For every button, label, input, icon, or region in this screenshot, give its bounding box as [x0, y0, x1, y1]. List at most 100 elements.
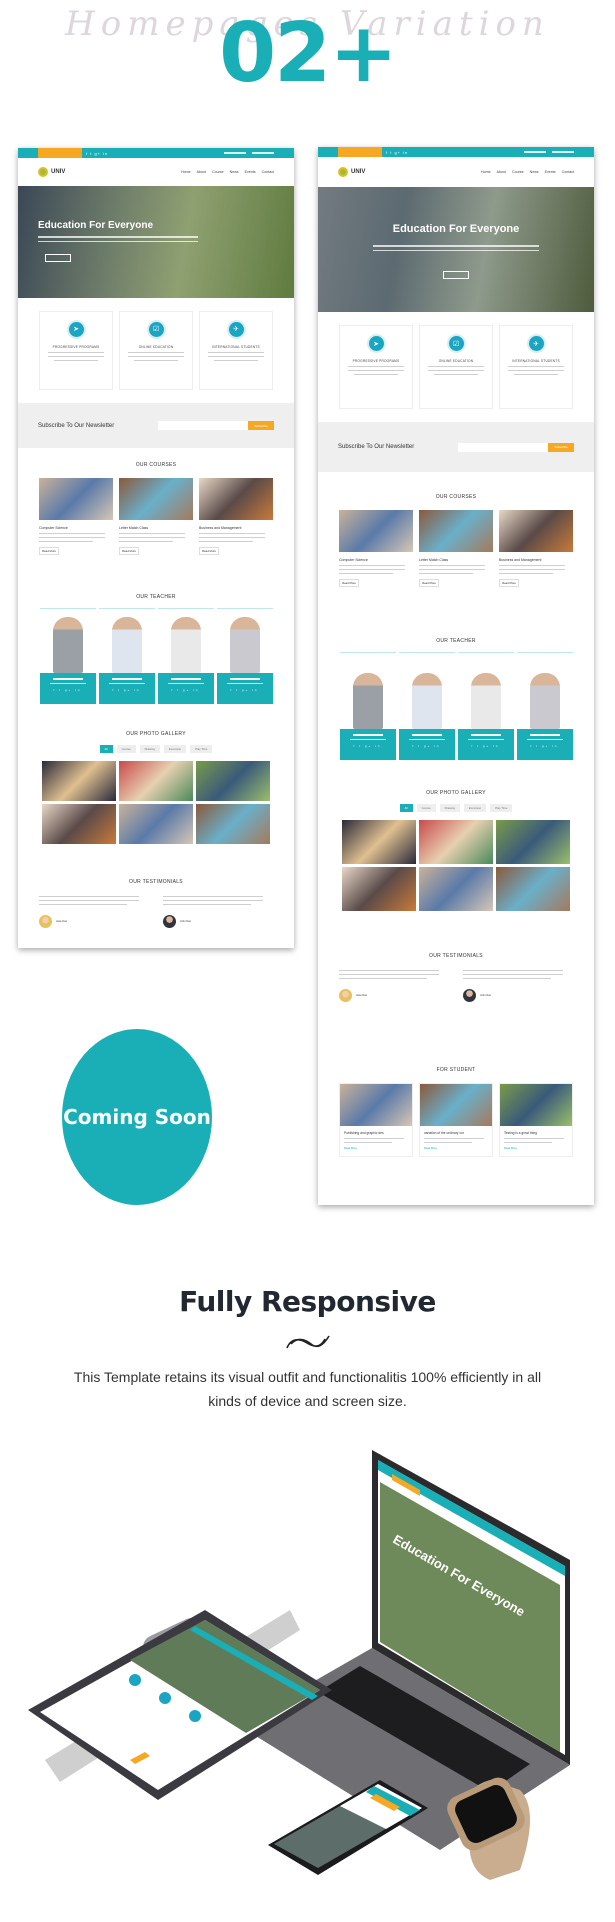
filter-drawing[interactable]: Drawing	[439, 804, 460, 812]
filter-all[interactable]: All	[99, 745, 113, 753]
filter-play-time[interactable]: Play Time	[490, 804, 513, 812]
post-read-more-link[interactable]: Read More	[504, 1147, 568, 1150]
filter-all[interactable]: All	[399, 804, 413, 812]
menu-item-course[interactable]: Course	[512, 170, 524, 174]
teacher-social-icons[interactable]: f t g+ in	[172, 688, 200, 692]
menu-item-contact[interactable]: Contact	[262, 170, 274, 174]
post-image[interactable]	[420, 1084, 492, 1126]
feature-title: ONLINE EDUCATION	[438, 359, 474, 364]
read-more-button[interactable]: Read More	[199, 547, 219, 555]
menu-item-events[interactable]: Events	[245, 170, 256, 174]
teacher-social-icons[interactable]: f t g+ in	[54, 688, 82, 692]
course-image[interactable]	[499, 510, 573, 552]
course-image[interactable]	[339, 510, 413, 552]
hero-read-more-button[interactable]	[45, 254, 71, 262]
gallery-image[interactable]	[119, 761, 193, 801]
filter-course[interactable]: Course	[416, 804, 436, 812]
menu-item-news[interactable]: News	[530, 170, 539, 174]
menu-item-events[interactable]: Events	[545, 170, 556, 174]
feature-card: ✈ INTERNATIONAL STUDENTS	[199, 310, 273, 391]
teacher-role	[167, 682, 204, 684]
course-image[interactable]	[419, 510, 493, 552]
teacher-card: f t g+ in	[516, 652, 573, 760]
menu-item-about[interactable]: About	[197, 170, 206, 174]
gallery-image[interactable]	[196, 804, 270, 844]
teacher-social-icons[interactable]: f t g+ in	[531, 744, 559, 748]
newsletter-email-input[interactable]	[158, 421, 248, 430]
filter-excursion[interactable]: Excursion	[463, 804, 487, 812]
filter-excursion[interactable]: Excursion	[163, 745, 187, 753]
teacher-social-icons[interactable]: f t g+ in	[413, 744, 441, 748]
logo-emblem-icon	[338, 167, 348, 177]
logo[interactable]: UNIV	[338, 167, 365, 177]
gallery-image[interactable]	[419, 820, 493, 864]
top-bar-promo[interactable]	[338, 147, 382, 157]
post-title[interactable]: variation of the ordinary cor	[424, 1131, 488, 1135]
newsletter: Subscribe To Our Newsletter Subscribe	[318, 422, 594, 472]
text-placeholder-line	[339, 970, 439, 971]
read-more-button[interactable]: Read More	[499, 579, 519, 587]
logo[interactable]: UNIV	[38, 167, 65, 177]
gallery-image[interactable]	[419, 867, 493, 911]
gallery-image[interactable]	[119, 804, 193, 844]
teacher-photo[interactable]	[158, 609, 214, 673]
menu-item-news[interactable]: News	[230, 170, 239, 174]
course-title[interactable]: Letter Match Class	[419, 558, 493, 562]
read-more-button[interactable]: Read More	[419, 579, 439, 587]
teacher-social-icons[interactable]: f t g+ in	[231, 688, 259, 692]
course-title[interactable]: Business and Management	[199, 526, 273, 530]
read-more-button[interactable]: Read More	[39, 547, 59, 555]
section-title: OUR TEACHER	[136, 594, 176, 600]
read-more-button[interactable]: Read More	[339, 579, 359, 587]
social-icons[interactable]: f t g+ in	[86, 151, 108, 156]
text-placeholder-line	[39, 533, 105, 534]
filter-course[interactable]: Course	[116, 745, 136, 753]
post-image[interactable]	[340, 1084, 412, 1126]
gallery-image[interactable]	[342, 820, 416, 864]
post-read-more-link[interactable]: Read More	[344, 1147, 408, 1150]
teacher-photo[interactable]	[458, 653, 514, 729]
course-image[interactable]	[199, 478, 273, 520]
gallery-image[interactable]	[496, 820, 570, 864]
post-title[interactable]: Testing is a great thing	[504, 1131, 568, 1135]
airplane-icon: ✈	[528, 336, 544, 352]
teacher-social-icons[interactable]: f t g+ in	[472, 744, 500, 748]
teacher-photo[interactable]	[340, 653, 396, 729]
teacher-photo[interactable]	[99, 609, 155, 673]
gallery-image[interactable]	[496, 867, 570, 911]
teacher-photo[interactable]	[399, 653, 455, 729]
course-title[interactable]: Letter Match Class	[119, 526, 193, 530]
menu-item-about[interactable]: About	[497, 170, 506, 174]
hero-read-more-button[interactable]	[443, 271, 469, 279]
teacher-photo[interactable]	[217, 609, 273, 673]
gallery-image[interactable]	[342, 867, 416, 911]
teacher-social-icons[interactable]: f t g+ in	[354, 744, 382, 748]
teacher-social-icons[interactable]: f t g+ in	[113, 688, 141, 692]
course-title[interactable]: Business and Management	[499, 558, 573, 562]
menu-item-course[interactable]: Course	[212, 170, 224, 174]
post-read-more-link[interactable]: Read More	[424, 1147, 488, 1150]
filter-drawing[interactable]: Drawing	[139, 745, 160, 753]
newsletter-subscribe-button[interactable]: Subscribe	[548, 442, 574, 452]
course-title[interactable]: Computer Science	[39, 526, 113, 530]
newsletter-subscribe-button[interactable]: Subscribe	[248, 421, 274, 430]
course-image[interactable]	[39, 478, 113, 520]
gallery-image[interactable]	[42, 761, 116, 801]
menu-item-home[interactable]: Home	[481, 170, 491, 174]
read-more-button[interactable]: Read More	[119, 547, 139, 555]
top-bar-promo[interactable]	[38, 148, 82, 158]
filter-play-time[interactable]: Play Time	[190, 745, 213, 753]
newsletter-email-input[interactable]	[458, 442, 548, 452]
course-image[interactable]	[119, 478, 193, 520]
section-title: OUR COURSES	[435, 494, 477, 500]
menu-item-home[interactable]: Home	[181, 170, 191, 174]
gallery-image[interactable]	[196, 761, 270, 801]
menu-item-contact[interactable]: Contact	[562, 170, 574, 174]
teacher-photo[interactable]	[40, 609, 96, 673]
teacher-photo[interactable]	[517, 653, 573, 729]
course-title[interactable]: Computer Science	[339, 558, 413, 562]
post-title[interactable]: Publishing and graphic des	[344, 1131, 408, 1135]
social-icons[interactable]: f t g+ in	[386, 150, 408, 155]
post-image[interactable]	[500, 1084, 572, 1126]
gallery-image[interactable]	[42, 804, 116, 844]
